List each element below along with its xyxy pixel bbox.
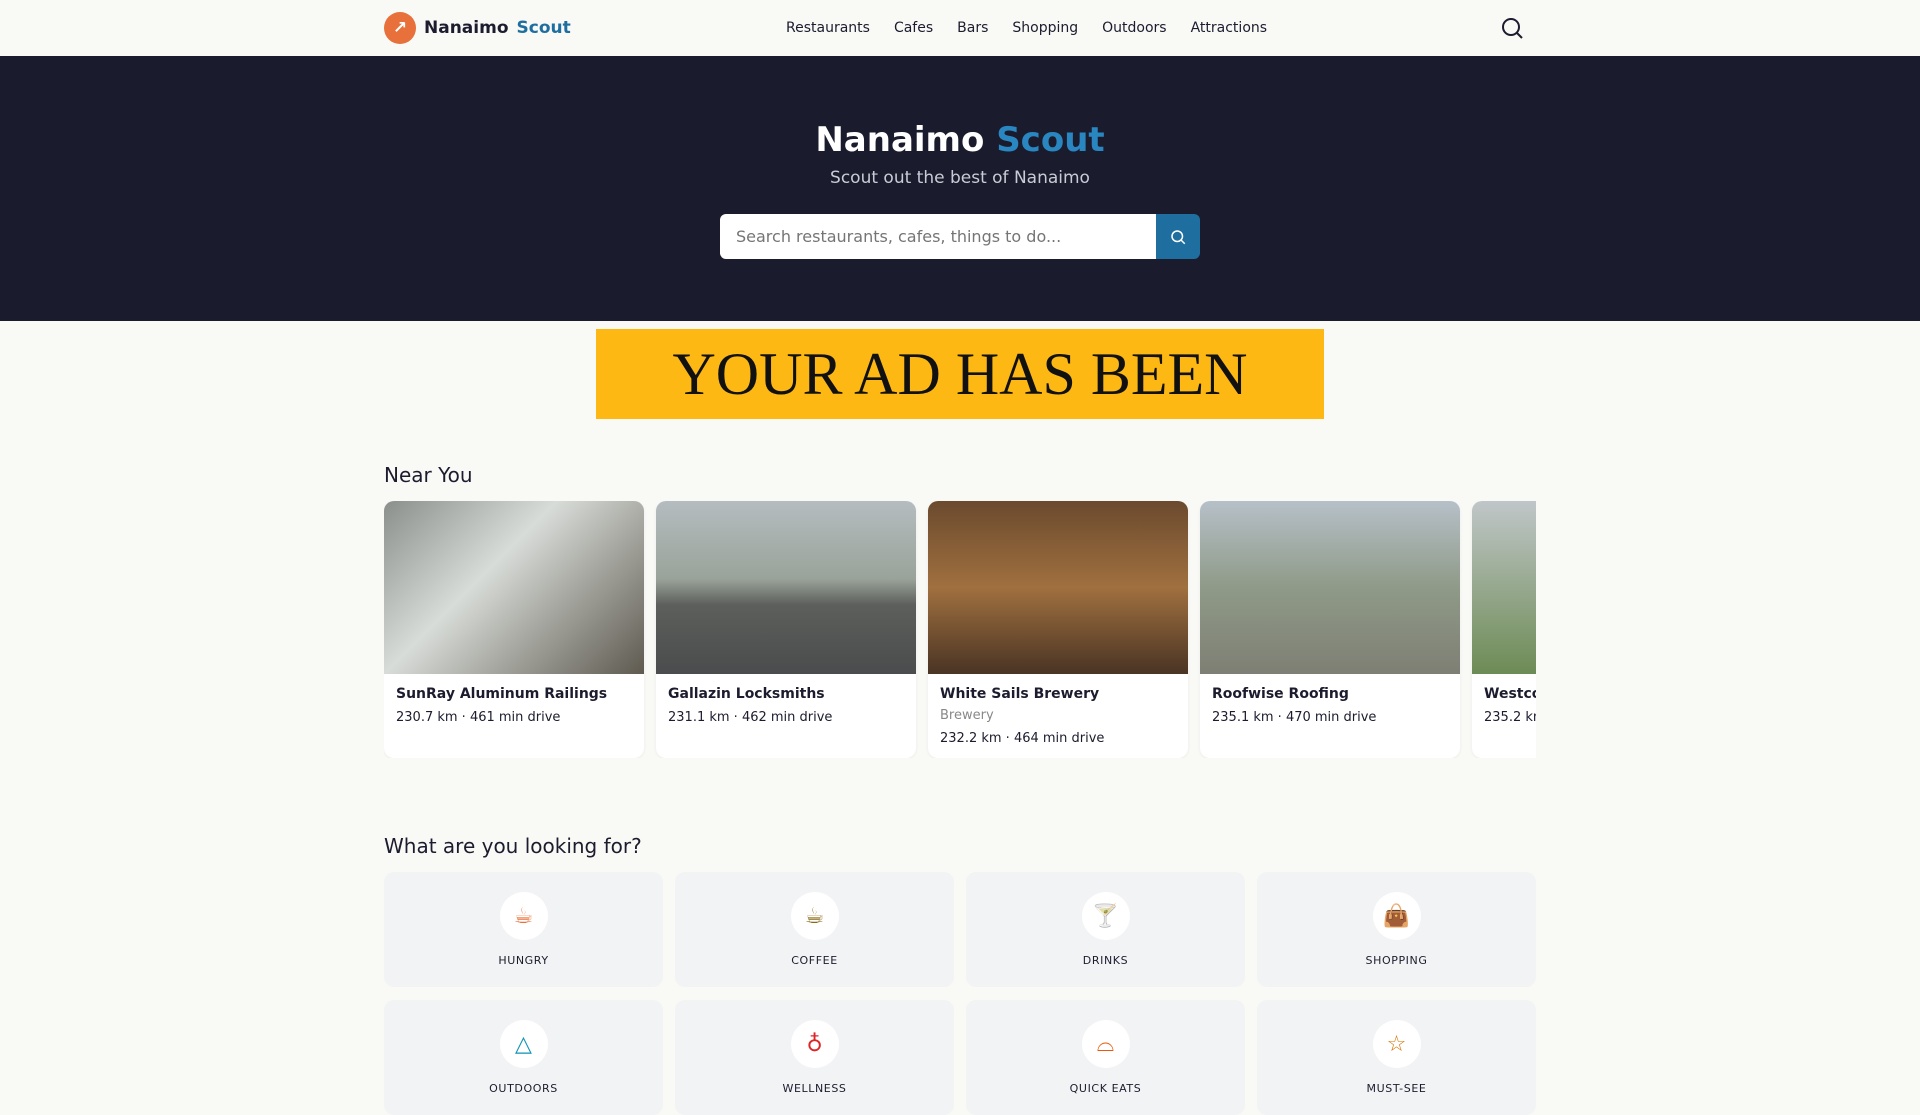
place-card[interactable]: Westco 235.2 km [1472, 501, 1536, 758]
search-bar [720, 214, 1200, 259]
category-wellness[interactable]: ♁ WELLNESS [675, 1000, 954, 1115]
arrow-icon: ↗ [384, 12, 416, 44]
category-shopping[interactable]: 👜 SHOPPING [1257, 872, 1536, 987]
search-input[interactable] [720, 214, 1156, 259]
tent-icon: △ [499, 1020, 548, 1068]
place-title: Roofwise Roofing [1212, 686, 1349, 702]
place-image [1200, 501, 1460, 674]
nav-cafes[interactable]: Cafes [894, 20, 933, 36]
category-label: QUICK EATS [1069, 1082, 1142, 1095]
category-must-see[interactable]: ☆ MUST-SEE [1257, 1000, 1536, 1115]
place-distance: 232.2 km · 464 min drive [940, 731, 1105, 746]
place-image [384, 501, 644, 674]
hero: Nanaimo Scout Scout out the best of Nana… [0, 56, 1920, 321]
place-card[interactable]: Roofwise Roofing 235.1 km · 470 min drive [1200, 501, 1460, 758]
place-title: Westco [1484, 686, 1536, 702]
brand-name: Nanaimo [424, 18, 509, 38]
nav-bars[interactable]: Bars [957, 20, 988, 36]
burger-icon: ⌓ [1081, 1020, 1130, 1068]
hero-title-accent: Scout [996, 120, 1105, 160]
nav-attractions[interactable]: Attractions [1191, 20, 1267, 36]
hero-subtitle: Scout out the best of Nanaimo [830, 168, 1090, 188]
top-nav: ↗ Nanaimo Scout Restaurants Cafes Bars S… [0, 0, 1920, 56]
ad-banner[interactable]: YOUR AD HAS BEEN [596, 329, 1324, 419]
place-category: Brewery [940, 708, 994, 723]
place-image [656, 501, 916, 674]
shopping-bag-icon: 👜 [1372, 892, 1421, 940]
category-label: MUST-SEE [1366, 1082, 1427, 1095]
category-label: DRINKS [1082, 954, 1129, 967]
star-icon: ☆ [1372, 1020, 1421, 1068]
category-label: HUNGRY [498, 954, 549, 967]
category-hungry[interactable]: ☕ HUNGRY [384, 872, 663, 987]
place-distance: 230.7 km · 461 min drive [396, 710, 561, 725]
place-image [928, 501, 1188, 674]
category-label: WELLNESS [782, 1082, 847, 1095]
near-you-heading: Near You [384, 463, 473, 487]
categories-heading: What are you looking for? [384, 834, 642, 858]
mug-hot-icon: ☕ [499, 892, 548, 940]
nav-outdoors[interactable]: Outdoors [1102, 20, 1166, 36]
place-title: SunRay Aluminum Railings [396, 686, 608, 702]
apple-icon: ♁ [790, 1020, 839, 1068]
search-button[interactable] [1156, 214, 1200, 259]
cocktail-icon: 🍸 [1081, 892, 1130, 940]
place-card[interactable]: SunRay Aluminum Railings 230.7 km · 461 m… [384, 501, 644, 758]
place-card[interactable]: Gallazin Locksmiths 231.1 km · 462 min dr… [656, 501, 916, 758]
category-label: COFFEE [791, 954, 838, 967]
hero-title-main: Nanaimo [815, 120, 985, 160]
place-distance: 231.1 km · 462 min drive [668, 710, 833, 725]
coffee-cup-icon: ☕ [790, 892, 839, 940]
category-outdoors[interactable]: △ OUTDOORS [384, 1000, 663, 1115]
place-title: White Sails Brewery [940, 686, 1100, 702]
category-coffee[interactable]: ☕ COFFEE [675, 872, 954, 987]
place-title: Gallazin Locksmiths [668, 686, 825, 702]
logo[interactable]: ↗ Nanaimo Scout [384, 12, 571, 44]
near-you-carousel: SunRay Aluminum Railings 230.7 km · 461 m… [384, 501, 1536, 758]
category-quick-eats[interactable]: ⌓ QUICK EATS [966, 1000, 1245, 1115]
brand-accent: Scout [516, 18, 571, 38]
category-label: SHOPPING [1365, 954, 1428, 967]
search-icon [1171, 229, 1186, 244]
place-distance: 235.1 km · 470 min drive [1212, 710, 1377, 725]
nav-shopping[interactable]: Shopping [1012, 20, 1078, 36]
hero-title: Nanaimo Scout [0, 120, 1920, 160]
place-distance: 235.2 km [1484, 710, 1536, 725]
category-label: OUTDOORS [489, 1082, 558, 1095]
search-icon[interactable] [1500, 16, 1524, 40]
category-grid: ☕ HUNGRY ☕ COFFEE 🍸 DRINKS 👜 SHOPPING △ OUTDOORS ♁… [384, 872, 1536, 1115]
place-card[interactable]: White Sails Brewery Brewery 232.2 km · 464… [928, 501, 1188, 758]
nav-restaurants[interactable]: Restaurants [786, 20, 870, 36]
place-image [1472, 501, 1536, 674]
category-drinks[interactable]: 🍸 DRINKS [966, 872, 1245, 987]
